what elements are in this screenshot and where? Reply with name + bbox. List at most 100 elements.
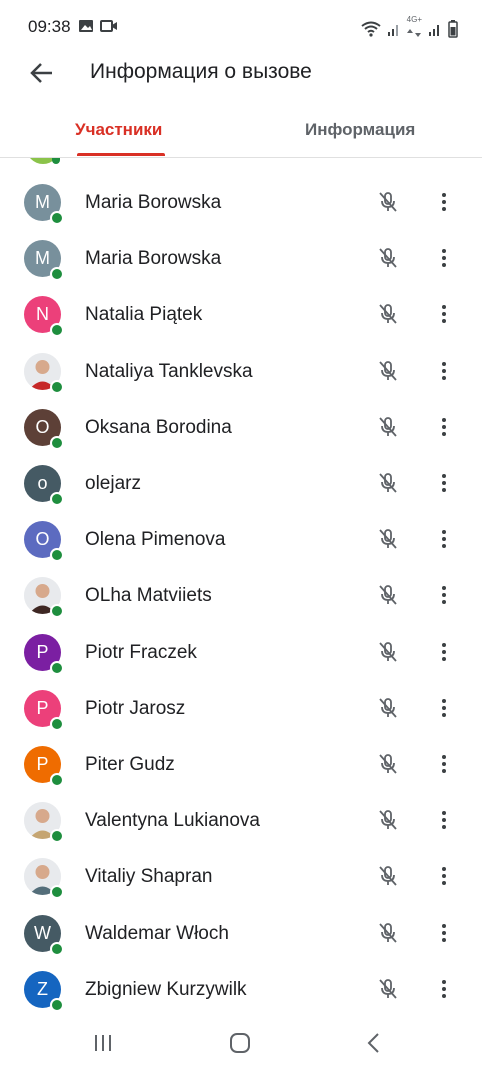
more-vert-icon[interactable]: [432, 921, 456, 945]
participant-row[interactable]: Valentyna Lukianova: [0, 793, 482, 849]
more-vert-icon[interactable]: [432, 752, 456, 776]
mic-off-icon[interactable]: [376, 359, 400, 383]
more-vert-icon[interactable]: [432, 302, 456, 326]
network-type-label: 4G+: [406, 15, 422, 24]
participant-name: Olena Pimenova: [85, 529, 226, 551]
more-vert-icon[interactable]: [432, 640, 456, 664]
participant-name: Piotr Fraczek: [85, 641, 197, 663]
presence-dot: [50, 829, 64, 844]
participant-list[interactable]: M Maria Borowska M Maria Borowska N Natalia P…: [0, 158, 482, 1020]
avatar-initial: N: [36, 304, 49, 325]
presence-dot: [50, 492, 64, 506]
participant-row[interactable]: P Piotr Jarosz: [0, 681, 482, 737]
participant-name: Piotr Jarosz: [85, 697, 186, 719]
mic-off-icon[interactable]: [376, 864, 400, 888]
participant-row[interactable]: P Piotr Fraczek: [0, 625, 482, 681]
status-bar: 09:38 4G+: [0, 0, 482, 56]
image-icon: [79, 20, 93, 32]
mic-off-icon[interactable]: [376, 640, 400, 664]
presence-dot: [50, 323, 64, 338]
status-notification-icons: [78, 19, 118, 33]
participant-row[interactable]: P Piter Gudz: [0, 737, 482, 793]
presence-dot: [50, 773, 64, 787]
avatar-initial: o: [37, 473, 48, 493]
network-type: 4G+: [406, 15, 422, 42]
mic-off-icon[interactable]: [376, 696, 400, 720]
more-vert-icon[interactable]: [432, 864, 456, 888]
more-vert-icon[interactable]: [432, 246, 456, 270]
participant-row[interactable]: M Maria Borowska: [0, 175, 482, 231]
tab-bar: Участники Информация: [0, 108, 482, 158]
mic-off-icon[interactable]: [376, 415, 400, 439]
participant-row[interactable]: N Natalia Piątek: [0, 287, 482, 343]
participant-name: Zbigniew Kurzywilk: [85, 978, 247, 1000]
mic-off-icon[interactable]: [376, 583, 400, 607]
presence-dot: [50, 435, 64, 450]
participant-name: Maria Borowska: [85, 248, 222, 270]
participant-row[interactable]: Nataliya Tanklevska: [0, 344, 482, 400]
status-time: 09:38: [28, 17, 71, 36]
battery-icon: [448, 20, 458, 38]
presence-dot: [50, 716, 64, 731]
more-vert-icon[interactable]: [432, 190, 456, 214]
avatar-initial: P: [36, 641, 49, 662]
participant-name: OLha Matviiets: [85, 585, 212, 607]
back-nav-icon[interactable]: [366, 1032, 382, 1054]
avatar-initial: O: [35, 416, 50, 437]
participant-row[interactable]: o olejarz: [0, 456, 482, 512]
mic-off-icon[interactable]: [376, 752, 400, 776]
recent-apps-icon[interactable]: [92, 1034, 114, 1052]
participant-name: Nataliya Tanklevska: [85, 360, 253, 382]
participant-name: Oksana Borodina: [85, 416, 232, 438]
mic-off-icon[interactable]: [376, 527, 400, 551]
page-title: Информация о вызове: [90, 60, 312, 83]
avatar-initial: M: [35, 248, 50, 269]
participant-row[interactable]: M Maria Borowska: [0, 231, 482, 287]
mic-off-icon[interactable]: [376, 921, 400, 945]
participant-row[interactable]: Vitaliy Shapran: [0, 849, 482, 905]
app-bar: Информация о вызове: [0, 50, 482, 96]
presence-dot: [50, 660, 64, 675]
more-vert-icon[interactable]: [432, 808, 456, 832]
participant-name: Maria Borowska: [85, 192, 222, 213]
signal-icon: [429, 25, 439, 36]
mic-off-icon[interactable]: [376, 808, 400, 832]
presence-dot: [50, 379, 64, 394]
participant-row[interactable]: OLha Matviiets: [0, 568, 482, 624]
presence-dot: [50, 548, 64, 563]
more-vert-icon[interactable]: [432, 583, 456, 607]
presence-dot: [52, 158, 60, 164]
participant-row[interactable]: Z Zbigniew Kurzywilk: [0, 962, 482, 1018]
video-icon: [100, 20, 117, 32]
participant-row[interactable]: O Olena Pimenova: [0, 512, 482, 568]
more-vert-icon[interactable]: [432, 471, 456, 495]
more-vert-icon[interactable]: [432, 977, 456, 1001]
more-vert-icon[interactable]: [432, 415, 456, 439]
more-vert-icon[interactable]: [432, 359, 456, 383]
avatar-initial: O: [35, 529, 50, 550]
mic-off-icon[interactable]: [376, 471, 400, 495]
mic-off-icon[interactable]: [376, 977, 400, 1001]
presence-dot: [50, 267, 64, 282]
presence-dot: [50, 211, 64, 225]
arrow-back-icon[interactable]: [28, 61, 56, 85]
tab-participants[interactable]: Участники: [75, 120, 162, 140]
mic-off-icon[interactable]: [376, 246, 400, 270]
mic-off-icon[interactable]: [376, 190, 400, 214]
participant-name: Natalia Piątek: [85, 304, 203, 326]
avatar-initial: Z: [37, 978, 48, 999]
wifi-icon: [361, 21, 381, 37]
presence-dot: [50, 604, 64, 619]
more-vert-icon[interactable]: [432, 527, 456, 551]
avatar-initial: P: [36, 697, 49, 718]
participant-row[interactable]: W Waldemar Włoch: [0, 906, 482, 962]
more-vert-icon[interactable]: [432, 696, 456, 720]
signal-icon: [387, 25, 398, 36]
participant-row[interactable]: O Oksana Borodina: [0, 400, 482, 456]
active-tab-indicator: [77, 153, 165, 156]
presence-dot: [50, 885, 64, 900]
home-icon[interactable]: [229, 1032, 251, 1054]
tab-information[interactable]: Информация: [305, 120, 415, 140]
mic-off-icon[interactable]: [376, 302, 400, 326]
presence-dot: [50, 997, 64, 1012]
